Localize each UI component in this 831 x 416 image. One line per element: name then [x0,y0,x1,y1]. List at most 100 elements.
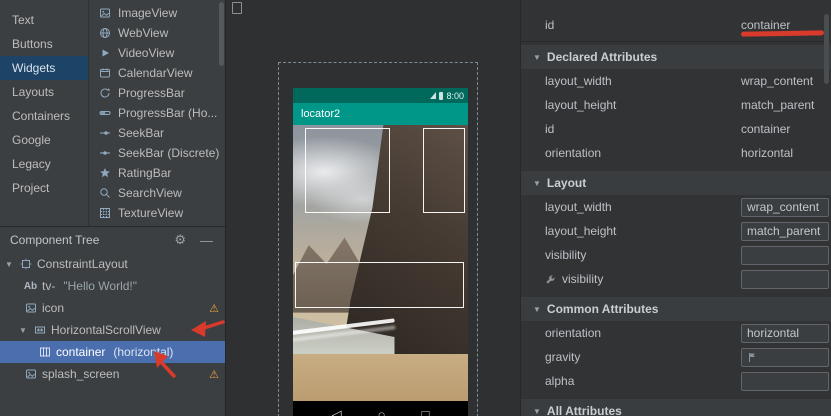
attribute-value[interactable]: match_parent [741,98,814,112]
palette-category-widgets[interactable]: Widgets [0,56,88,80]
palette-category-layouts[interactable]: Layouts [0,80,88,104]
attribute-row: gravity [521,345,831,369]
palette-category-buttons[interactable]: Buttons [0,32,88,56]
tree-item-label: tv- [42,279,55,293]
device-app-bar: locator2 [293,103,468,125]
tree-item-splash-screen[interactable]: splash_screen ⚠ [0,363,225,385]
tree-item-value: "Hello World!" [63,279,137,293]
palette-item-label: VideoView [118,46,174,60]
attribute-label: id [521,18,741,32]
tree-item-label: splash_screen [42,367,119,381]
palette-item-label: SearchView [118,186,182,200]
text-view-icon: Ab [24,280,37,293]
palette-category-text[interactable]: Text [0,8,88,32]
device-nav-bar: ◁ ○ □ [293,401,468,416]
seek-bar-discrete-icon [98,147,111,160]
chevron-down-icon: ▼ [533,179,541,188]
attribute-label-text: visibility [562,272,603,286]
tree-item-container[interactable]: container (horizontal) [0,341,225,363]
back-icon: ◁ [332,407,342,416]
page-icon [232,2,242,14]
attribute-value[interactable]: wrap_content [741,74,813,88]
web-view-icon [98,27,111,40]
view-bounds-rect[interactable] [423,128,465,213]
palette-item-progressbar-horizontal[interactable]: ProgressBar (Ho... [89,103,225,123]
palette-item-seekbar[interactable]: SeekBar [89,123,225,143]
attribute-label: gravity [521,350,741,364]
palette-item-textureview[interactable]: TextureView [89,203,225,223]
attribute-row: id container [521,117,831,141]
tree-item-tv[interactable]: Ab tv- "Hello World!" [0,275,225,297]
palette-item-searchview[interactable]: SearchView [89,183,225,203]
section-title: All Attributes [547,404,622,416]
attribute-label: orientation [521,146,741,160]
palette-item-label: WebView [118,26,168,40]
layout-width-field[interactable]: wrap_content [741,198,829,217]
attributes-scrollbar[interactable] [824,14,829,84]
orientation-field[interactable]: horizontal [741,324,829,343]
section-common-attributes[interactable]: ▼ Common Attributes [521,297,831,321]
palette-item-label: CalendarView [118,66,193,80]
attribute-row: alpha [521,369,831,393]
attribute-label: layout_width [521,200,741,214]
section-declared-attributes[interactable]: ▼ Declared Attributes [521,45,831,69]
palette-category-containers[interactable]: Containers [0,104,88,128]
attribute-label: layout_height [521,98,741,112]
minimize-icon[interactable]: — [200,233,213,248]
visibility-field[interactable] [741,246,829,265]
gravity-field[interactable] [741,348,829,367]
attribute-row: layout_width wrap_content [521,195,831,219]
tools-visibility-field[interactable] [741,270,829,289]
palette-item-imageview[interactable]: ImageView [89,3,225,23]
device-preview: 8:00 locator2 ◁ ○ □ [293,88,468,416]
palette-item-ratingbar[interactable]: RatingBar [89,163,225,183]
field-value: match_parent [747,224,820,238]
warning-icon: ⚠ [209,302,219,315]
field-value: horizontal [747,326,799,340]
palette-category-project[interactable]: Project [0,176,88,200]
palette-item-progressbar[interactable]: ProgressBar [89,83,225,103]
palette-item-label: ProgressBar [118,86,185,100]
image-view-icon [24,302,37,315]
section-layout[interactable]: ▼ Layout [521,171,831,195]
section-title: Common Attributes [547,302,659,316]
signal-icon [430,92,436,99]
battery-icon [439,92,443,100]
chevron-down-icon: ▼ [533,53,541,62]
palette-item-label: ProgressBar (Ho... [118,106,217,120]
id-value-field[interactable]: container [741,18,790,32]
design-canvas[interactable]: 8:00 locator2 ◁ ○ □ [225,0,521,416]
section-all-attributes[interactable]: ▼ All Attributes [521,399,831,416]
layout-height-field[interactable]: match_parent [741,222,829,241]
gear-icon[interactable]: ⚙ [174,232,186,248]
palette-item-label: ImageView [118,6,177,20]
palette-category-legacy[interactable]: Legacy [0,152,88,176]
seek-bar-icon [98,127,111,140]
tree-item-label: container [56,345,105,359]
chevron-down-icon[interactable]: ▼ [4,260,14,269]
alpha-field[interactable] [741,372,829,391]
palette-item-webview[interactable]: WebView [89,23,225,43]
palette-item-seekbar-discrete[interactable]: SeekBar (Discrete) [89,143,225,163]
section-title: Layout [547,176,586,190]
linear-layout-horizontal-icon [38,346,51,359]
chevron-down-icon[interactable]: ▼ [18,326,28,335]
progress-bar-icon [98,87,111,100]
attribute-label: visibility [521,248,741,262]
attribute-row: visibility [521,243,831,267]
attribute-value[interactable]: horizontal [741,146,793,160]
widget-list-scrollbar[interactable] [219,2,224,66]
view-bounds-rect[interactable] [305,128,390,213]
tree-item-constraintlayout[interactable]: ▼ ConstraintLayout [0,253,225,275]
palette-item-videoview[interactable]: VideoView [89,43,225,63]
attribute-value[interactable]: container [741,122,790,136]
palette-category-google[interactable]: Google [0,128,88,152]
palette-item-calendarview[interactable]: CalendarView [89,63,225,83]
image-view-icon [98,7,111,20]
attribute-label: orientation [521,326,741,340]
red-arrow-annotation-container [146,346,180,380]
palette-categories: Text Buttons Widgets Layouts Containers … [0,0,88,226]
view-bounds-rect[interactable] [295,262,464,308]
attribute-label: id [521,122,741,136]
video-view-icon [98,47,111,60]
